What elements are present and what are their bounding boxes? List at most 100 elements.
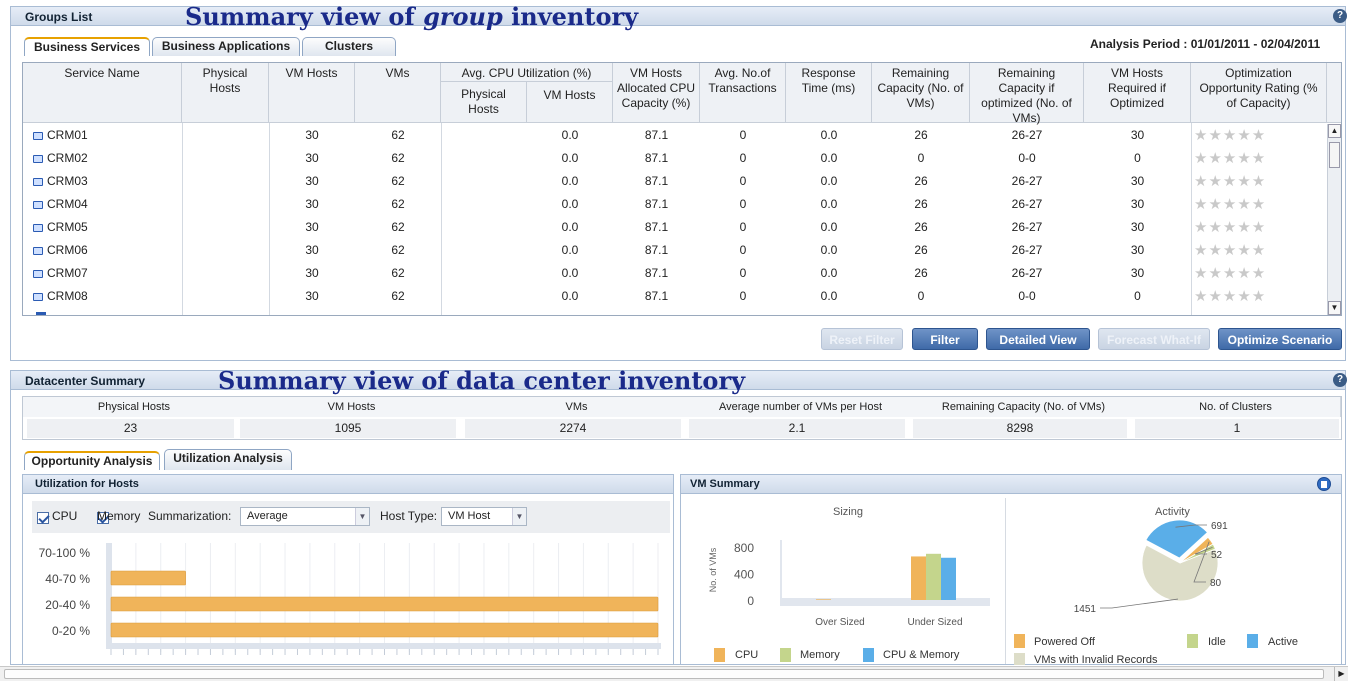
rating-stars: ★★★★★ — [1194, 219, 1267, 236]
service-name-cell[interactable]: CRM01 — [33, 124, 173, 147]
summary-value: 1 — [1135, 419, 1339, 438]
scroll-up-icon[interactable]: ▲ — [1328, 124, 1341, 138]
sizing-chart: 0 400 800 No. of VMs Over Sized Under Sized — [708, 540, 990, 628]
help-icon[interactable]: ? — [1333, 373, 1347, 387]
filter-button[interactable]: Filter — [912, 328, 978, 350]
utilization-chart: 70-100 % 40-70 % 20-40 % 0-20 % — [39, 543, 661, 655]
forecast-what-if-button[interactable]: Forecast What-If — [1098, 328, 1210, 350]
bar — [110, 622, 659, 638]
col-remaining-optimized[interactable]: Remaining Capacity if optimized (No. of … — [970, 63, 1084, 125]
host-type-select[interactable]: VM Host ▼ — [441, 507, 527, 526]
scroll-right-icon[interactable]: ▶ — [1334, 667, 1348, 681]
cell-vms: 62 — [391, 220, 405, 234]
col-avg-cpu-physical[interactable]: Physical Hosts — [441, 82, 527, 123]
tab-utilization-analysis[interactable]: Utilization Analysis — [164, 449, 292, 470]
cell-vmhosts: 30 — [305, 197, 319, 211]
col-physical-hosts[interactable]: Physical Hosts — [182, 63, 269, 123]
service-name: CRM06 — [47, 243, 88, 257]
legend-cpu-swatch — [714, 648, 725, 662]
cell-physical — [182, 193, 269, 216]
host-type-label: Host Type: — [380, 509, 438, 523]
cell-tx: 0 — [739, 266, 747, 280]
summary-value: 23 — [27, 419, 234, 438]
rating-stars: ★★★★★ — [1194, 150, 1267, 167]
cell-cpu-phys — [441, 193, 527, 216]
service-name-cell[interactable]: CRM06 — [33, 239, 173, 262]
col-vms[interactable]: VMs — [355, 63, 441, 123]
chevron-down-icon[interactable]: ▼ — [355, 508, 369, 525]
tab-business-applications[interactable]: Business Applications — [152, 37, 300, 56]
col-opportunity-rating[interactable]: Optimization Opportunity Rating (% of Ca… — [1191, 63, 1327, 123]
col-remaining-capacity[interactable]: Remaining Capacity (No. of VMs) — [872, 63, 970, 123]
service-name: CRM07 — [47, 266, 88, 280]
detailed-view-button[interactable]: Detailed View — [986, 328, 1090, 350]
legend-memory-swatch — [780, 648, 791, 662]
cell-remaining: 26 — [914, 266, 928, 280]
service-name-cell[interactable]: CRM02 — [33, 147, 173, 170]
rating-stars: ★★★★★ — [1194, 127, 1267, 144]
cell-remaining-opt: 26-27 — [1011, 266, 1043, 280]
monitor-icon — [33, 247, 43, 255]
bar — [816, 599, 831, 600]
summarization-select[interactable]: Average ▼ — [240, 507, 370, 526]
cell-remaining: 26 — [914, 174, 928, 188]
service-name-cell[interactable]: CRM08 — [33, 285, 173, 308]
cell-required: 30 — [1130, 266, 1145, 280]
col-vm-hosts[interactable]: VM Hosts — [269, 63, 355, 123]
cell-cpu-phys — [441, 170, 527, 193]
cell-alloc: 87.1 — [644, 266, 669, 280]
datacenter-panel-title: Datacenter Summary — [25, 374, 146, 388]
memory-label: Memory — [97, 509, 141, 523]
col-response-time[interactable]: Response Time (ms) — [786, 63, 872, 123]
y-tick-label: 40-70 % — [45, 572, 90, 586]
summary-value: 8298 — [913, 419, 1127, 438]
cell-alloc: 87.1 — [644, 128, 669, 142]
cpu-checkbox[interactable] — [37, 511, 49, 524]
cell-alloc: 87.1 — [644, 220, 669, 234]
cell-resp: 0.0 — [820, 151, 838, 165]
tab-clusters[interactable]: Clusters — [302, 37, 396, 56]
cell-cpu-phys — [441, 262, 527, 285]
service-name-cell[interactable]: CRM05 — [33, 216, 173, 239]
cell-remaining-opt: 26-27 — [1011, 243, 1043, 257]
summary-value: 2274 — [465, 419, 681, 438]
monitor-icon — [33, 155, 43, 163]
summary-label: Average number of VMs per Host — [685, 397, 917, 417]
cell-remaining-opt: 0-0 — [1018, 289, 1036, 303]
cell-remaining-opt: 26-27 — [1011, 128, 1043, 142]
chevron-down-icon[interactable]: ▼ — [512, 508, 526, 525]
x-axis — [780, 598, 990, 606]
cell-vms: 62 — [391, 243, 405, 257]
cell-cpu-phys — [441, 147, 527, 170]
legend-idle-swatch — [1187, 634, 1198, 648]
cell-resp: 0.0 — [820, 243, 838, 257]
scroll-down-icon[interactable]: ▼ — [1328, 301, 1341, 315]
reset-filter-button[interactable]: Reset Filter — [821, 328, 903, 350]
col-service-name[interactable]: Service Name — [23, 63, 182, 123]
cell-vmhosts: 30 — [305, 174, 319, 188]
col-allocated-cpu[interactable]: VM Hosts Allocated CPU Capacity (%) — [613, 63, 700, 123]
y-tick-label: 70-100 % — [39, 546, 91, 560]
service-name-cell[interactable]: CRM07 — [33, 262, 173, 285]
data-label: 52 — [1211, 550, 1223, 561]
optimize-scenario-button[interactable]: Optimize Scenario — [1218, 328, 1342, 350]
cell-remaining-opt: 26-27 — [1011, 220, 1043, 234]
help-icon[interactable]: ? — [1333, 9, 1347, 23]
legend-cpu: CPU — [735, 649, 759, 661]
scroll-thumb[interactable] — [1329, 142, 1340, 168]
horizontal-scrollbar[interactable]: ▶ — [0, 666, 1348, 681]
service-name-cell[interactable]: CRM04 — [33, 193, 173, 216]
export-icon[interactable] — [1317, 477, 1331, 491]
cell-tx: 0 — [739, 151, 747, 165]
col-avg-transactions[interactable]: Avg. No.of Transactions — [700, 63, 786, 123]
col-hosts-required[interactable]: VM Hosts Required if Optimized — [1084, 63, 1191, 123]
tab-opportunity-analysis[interactable]: Opportunity Analysis — [24, 451, 160, 470]
cell-cpu-vm: 0.0 — [561, 174, 579, 188]
table-scrollbar[interactable]: ▲ ▼ — [1327, 124, 1341, 315]
col-avg-cpu-vm[interactable]: VM Hosts — [527, 82, 613, 123]
tab-business-services[interactable]: Business Services — [24, 37, 150, 56]
data-label: 1451 — [1074, 604, 1097, 615]
col-avg-cpu[interactable]: Avg. CPU Utilization (%) — [441, 63, 613, 82]
scroll-thumb[interactable] — [4, 669, 1324, 679]
service-name-cell[interactable]: CRM03 — [33, 170, 173, 193]
